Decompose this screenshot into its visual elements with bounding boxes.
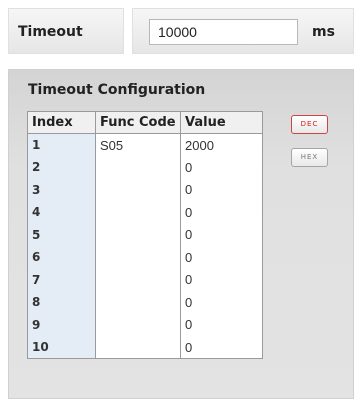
column-header-index[interactable]: Index — [27, 111, 96, 134]
row-func-code[interactable] — [95, 313, 181, 336]
row-index: 4 — [27, 201, 96, 224]
timeout-label: Timeout — [18, 24, 83, 40]
row-func-code[interactable] — [95, 268, 181, 291]
row-value[interactable]: 0 — [180, 223, 263, 246]
table-row[interactable]: 30 — [27, 178, 263, 201]
row-func-code[interactable] — [95, 291, 181, 314]
row-index: 1 — [27, 133, 96, 156]
hex-button[interactable]: HEX — [291, 148, 328, 167]
column-header-value[interactable]: Value — [180, 111, 263, 134]
row-value[interactable]: 0 — [180, 268, 263, 291]
row-index: 5 — [27, 223, 96, 246]
row-value[interactable]: 0 — [180, 201, 263, 224]
row-index: 6 — [27, 246, 96, 269]
row-func-code[interactable] — [95, 156, 181, 179]
row-value[interactable]: 0 — [180, 336, 263, 359]
row-value[interactable]: 0 — [180, 156, 263, 179]
row-func-code[interactable] — [95, 246, 181, 269]
timeout-panel: Timeout ms — [8, 8, 354, 54]
table-row[interactable]: 50 — [27, 223, 263, 246]
table-row[interactable]: 80 — [27, 291, 263, 314]
config-title: Timeout Configuration — [28, 82, 206, 98]
table-row[interactable]: 60 — [27, 246, 263, 269]
row-index: 9 — [27, 313, 96, 336]
timeout-table: Index Func Code Value 1 S05 2000 20 30 40 … — [27, 111, 263, 359]
row-value[interactable]: 0 — [180, 178, 263, 201]
row-index: 3 — [27, 178, 96, 201]
row-index: 7 — [27, 268, 96, 291]
table-row[interactable]: 70 — [27, 268, 263, 291]
timeout-input-cell: ms — [132, 8, 354, 54]
table-row[interactable]: 40 — [27, 201, 263, 224]
table-row[interactable]: 90 — [27, 313, 263, 336]
timeout-label-cell: Timeout — [8, 8, 124, 54]
dec-button[interactable]: DEC — [291, 115, 328, 134]
row-func-code[interactable] — [95, 201, 181, 224]
row-index: 8 — [27, 291, 96, 314]
row-func-code[interactable]: S05 — [95, 133, 181, 156]
row-value[interactable]: 0 — [180, 246, 263, 269]
row-func-code[interactable] — [95, 178, 181, 201]
column-header-func-code[interactable]: Func Code — [95, 111, 181, 134]
row-func-code[interactable] — [95, 223, 181, 246]
table-row[interactable]: 1 S05 2000 — [27, 133, 263, 156]
row-index: 10 — [27, 336, 96, 359]
row-value[interactable]: 2000 — [180, 133, 263, 156]
row-value[interactable]: 0 — [180, 291, 263, 314]
timeout-input[interactable] — [149, 19, 298, 45]
timeout-unit-label: ms — [312, 24, 335, 40]
table-header-row: Index Func Code Value — [27, 111, 263, 134]
row-index: 2 — [27, 156, 96, 179]
table-row[interactable]: 20 — [27, 156, 263, 179]
row-func-code[interactable] — [95, 336, 181, 359]
table-row[interactable]: 10 0 — [27, 336, 263, 359]
row-value[interactable]: 0 — [180, 313, 263, 336]
